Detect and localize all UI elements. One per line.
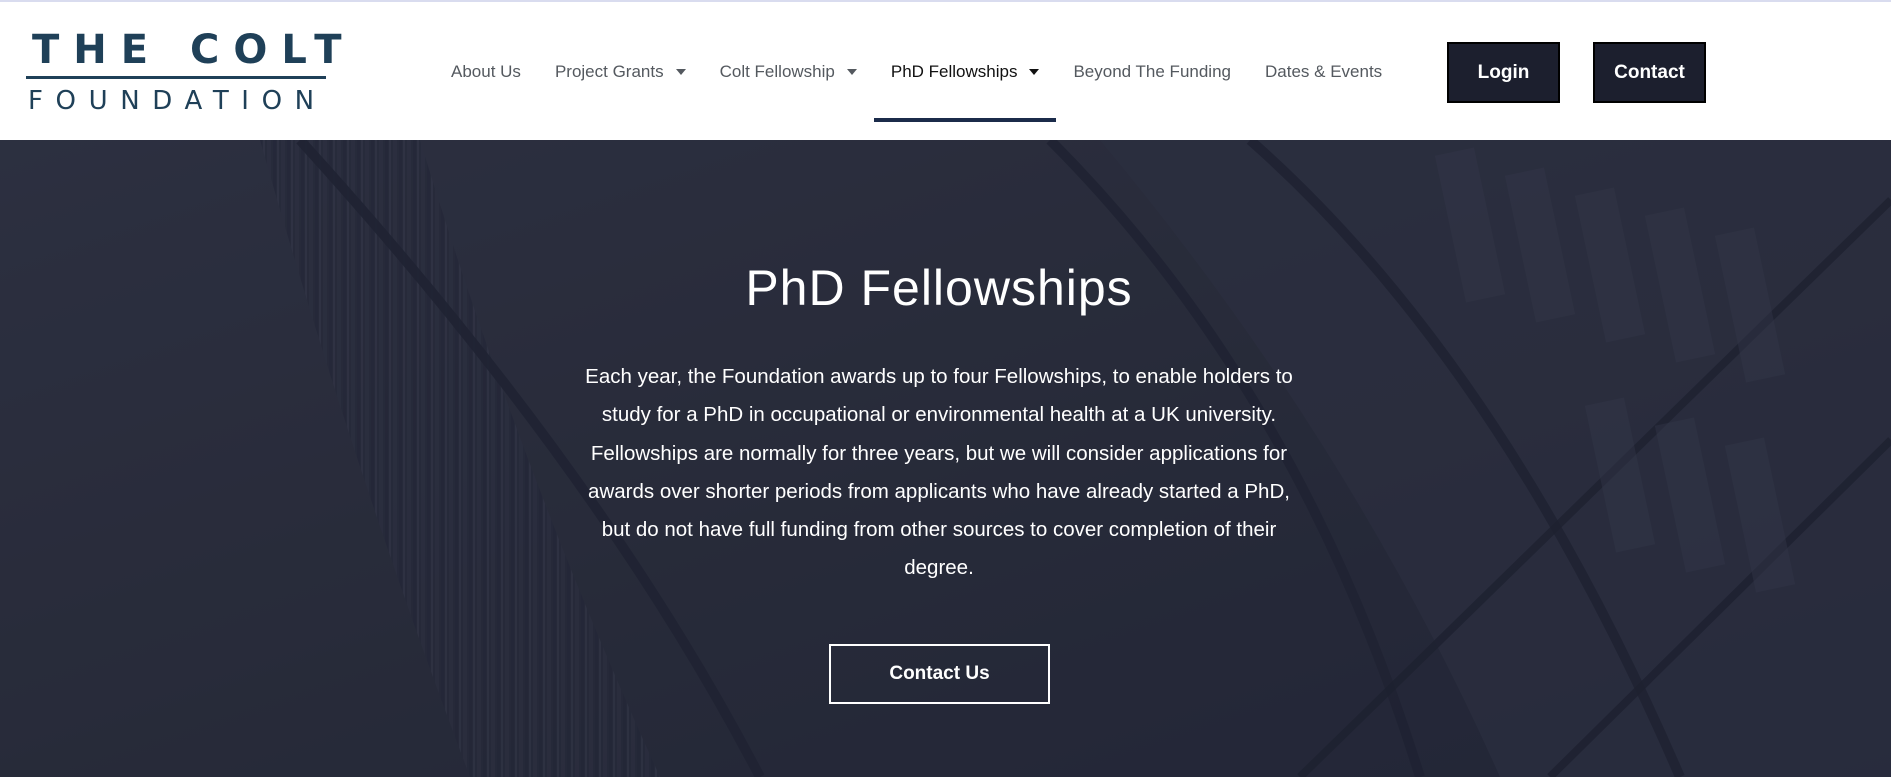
chevron-down-icon[interactable] (1029, 69, 1040, 75)
nav-item-beyond-the-funding[interactable]: Beyond The Funding (1056, 22, 1248, 122)
logo-divider (26, 76, 326, 79)
site-header: THE COLT FOUNDATION About Us Project Gra… (0, 0, 1891, 140)
nav-item-about-us[interactable]: About Us (434, 22, 538, 122)
nav-item-project-grants[interactable]: Project Grants (538, 22, 703, 122)
nav-item-label: Beyond The Funding (1073, 62, 1231, 81)
nav-item-phd-fellowships[interactable]: PhD Fellowships (873, 22, 1057, 122)
contact-button[interactable]: Contact (1593, 42, 1706, 103)
logo-line-2: FOUNDATION (28, 86, 327, 116)
nav-item-label: Project Grants (554, 62, 664, 81)
nav-item-label: About Us (451, 62, 521, 81)
hero-description: Each year, the Foundation awards up to f… (585, 365, 1293, 580)
main-nav: About Us Project Grants Colt Fellowship … (434, 2, 1399, 142)
nav-item-label: Dates & Events (1265, 62, 1383, 81)
page: THE COLT FOUNDATION About Us Project Gra… (0, 0, 1891, 777)
colt-foundation-logo[interactable]: THE COLT FOUNDATION (26, 28, 342, 118)
chevron-down-icon[interactable] (675, 69, 686, 75)
nav-item-colt-fellowship[interactable]: Colt Fellowship (703, 22, 874, 122)
chevron-down-icon[interactable] (846, 69, 857, 75)
nav-item-label: PhD Fellowships (890, 62, 1018, 81)
contact-us-button[interactable]: Contact Us (829, 644, 1050, 704)
login-button[interactable]: Login (1447, 42, 1560, 103)
nav-item-dates-events[interactable]: Dates & Events (1248, 22, 1399, 122)
nav-item-label: Colt Fellowship (719, 62, 835, 81)
page-title: PhD Fellowships (745, 260, 1133, 316)
logo-line-1: THE COLT (32, 27, 356, 73)
hero-section: PhD Fellowships Each year, the Foundatio… (0, 140, 1891, 777)
